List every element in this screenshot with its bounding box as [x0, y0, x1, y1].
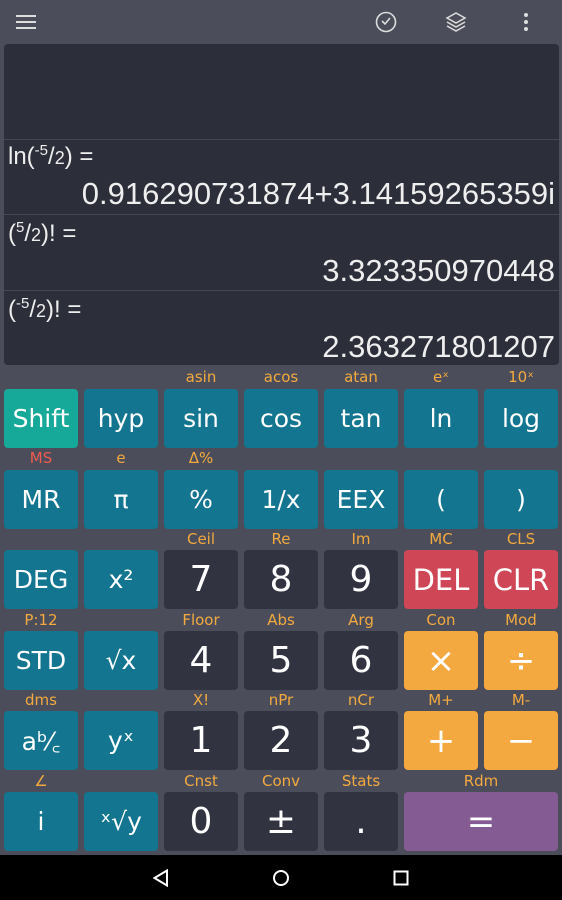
digit-5-button[interactable]: 5 [244, 631, 318, 690]
secondary-label-ncr: nCr [347, 691, 375, 709]
square-button[interactable]: x² [84, 550, 158, 609]
secondary-label-cls: CLS [506, 530, 536, 548]
system-navigation-bar [0, 855, 562, 900]
secondary-label-acos: acos [263, 368, 299, 386]
log-button[interactable]: log [484, 389, 558, 448]
menu-icon[interactable] [12, 8, 40, 36]
history-expression: (5/2)! = [8, 219, 77, 247]
fraction-button[interactable]: aᵇ⁄꜀ [4, 711, 78, 770]
secondary-label-factorial: X! [192, 691, 210, 709]
nth-root-button[interactable]: ˣ√y [84, 792, 158, 851]
history-entry[interactable]: (-5/2)! = 2.363271801207 [4, 290, 559, 365]
cos-button[interactable]: cos [244, 389, 318, 448]
memory-recall-button[interactable]: MR [4, 470, 78, 529]
digit-0-button[interactable]: 0 [164, 792, 238, 851]
digit-8-button[interactable]: 8 [244, 550, 318, 609]
history-result: 3.323350970448 [322, 253, 555, 288]
history-result: 0.916290731874+3.14159265359i [81, 176, 555, 211]
secondary-label-npr: nPr [268, 691, 294, 709]
tan-button[interactable]: tan [324, 389, 398, 448]
secondary-label-angle: ∠ [34, 772, 48, 790]
secondary-label-abs: Abs [267, 611, 295, 629]
hyp-button[interactable]: hyp [84, 389, 158, 448]
decimal-point-button[interactable]: . [324, 792, 398, 851]
ln-button[interactable]: ln [404, 389, 478, 448]
back-icon[interactable] [148, 865, 174, 891]
secondary-label-im: Im [351, 530, 371, 548]
secondary-label-exp: eˣ [433, 368, 449, 386]
history-icon[interactable] [372, 8, 400, 36]
secondary-label-stats: Stats [341, 772, 381, 790]
equals-button[interactable]: = [404, 792, 558, 851]
secondary-label-arg: Arg [348, 611, 374, 629]
percent-button[interactable]: % [164, 470, 238, 529]
power-button[interactable]: yˣ [84, 711, 158, 770]
reciprocal-button[interactable]: 1/x [244, 470, 318, 529]
history-entry[interactable]: (5/2)! = 3.323350970448 [4, 214, 559, 291]
digit-6-button[interactable]: 6 [324, 631, 398, 690]
subtract-button[interactable]: − [484, 711, 558, 770]
secondary-label-mod: Mod [505, 611, 537, 629]
clear-button[interactable]: CLR [484, 550, 558, 609]
digit-7-button[interactable]: 7 [164, 550, 238, 609]
secondary-label-m-minus: M- [511, 691, 531, 709]
secondary-label-constants: Cnst [184, 772, 218, 790]
secondary-label-conversions: Conv [261, 772, 301, 790]
sign-toggle-button[interactable]: ± [244, 792, 318, 851]
layers-icon[interactable] [442, 8, 470, 36]
pi-button[interactable]: π [84, 470, 158, 529]
secondary-label-floor: Floor [182, 611, 220, 629]
secondary-label-e: e [116, 449, 126, 467]
secondary-label-ceil: Ceil [186, 530, 216, 548]
sin-button[interactable]: sin [164, 389, 238, 448]
history-expression: (-5/2)! = [8, 295, 82, 323]
imaginary-unit-button[interactable]: i [4, 792, 78, 851]
display-mode-button[interactable]: STD [4, 631, 78, 690]
multiply-button[interactable]: × [404, 631, 478, 690]
secondary-label-con: Con [426, 611, 456, 629]
delete-button[interactable]: DEL [404, 550, 478, 609]
calculation-display[interactable]: ln(-5/2) = 0.916290731874+3.14159265359i… [4, 44, 559, 365]
divide-button[interactable]: ÷ [484, 631, 558, 690]
secondary-label-re: Re [271, 530, 291, 548]
digit-4-button[interactable]: 4 [164, 631, 238, 690]
open-paren-button[interactable]: ( [404, 470, 478, 529]
digit-9-button[interactable]: 9 [324, 550, 398, 609]
shift-button[interactable]: Shift [4, 389, 78, 448]
secondary-label-atan: atan [344, 368, 378, 386]
angle-mode-button[interactable]: DEG [4, 550, 78, 609]
top-app-bar [0, 0, 562, 44]
secondary-label-random: Rdm [463, 772, 499, 790]
secondary-label-ms: MS [29, 449, 53, 467]
history-result: 2.363271801207 [322, 329, 555, 364]
square-root-button[interactable]: √x [84, 631, 158, 690]
recents-icon[interactable] [388, 865, 414, 891]
digit-1-button[interactable]: 1 [164, 711, 238, 770]
history-expression: ln(-5/2) = [8, 142, 94, 170]
secondary-label-asin: asin [185, 368, 217, 386]
secondary-label-dms: dms [25, 691, 57, 709]
secondary-label-pow10: 10ˣ [508, 368, 534, 386]
digit-2-button[interactable]: 2 [244, 711, 318, 770]
eex-button[interactable]: EEX [324, 470, 398, 529]
secondary-label-delta-percent: Δ% [188, 449, 214, 467]
more-vert-icon[interactable] [512, 8, 540, 36]
add-button[interactable]: + [404, 711, 478, 770]
history-entry[interactable]: ln(-5/2) = 0.916290731874+3.14159265359i [4, 139, 559, 215]
home-icon[interactable] [268, 865, 294, 891]
secondary-label-m-plus: M+ [428, 691, 454, 709]
close-paren-button[interactable]: ) [484, 470, 558, 529]
digit-3-button[interactable]: 3 [324, 711, 398, 770]
secondary-label-mc: MC [429, 530, 453, 548]
secondary-label-precision: P:12 [24, 611, 58, 629]
